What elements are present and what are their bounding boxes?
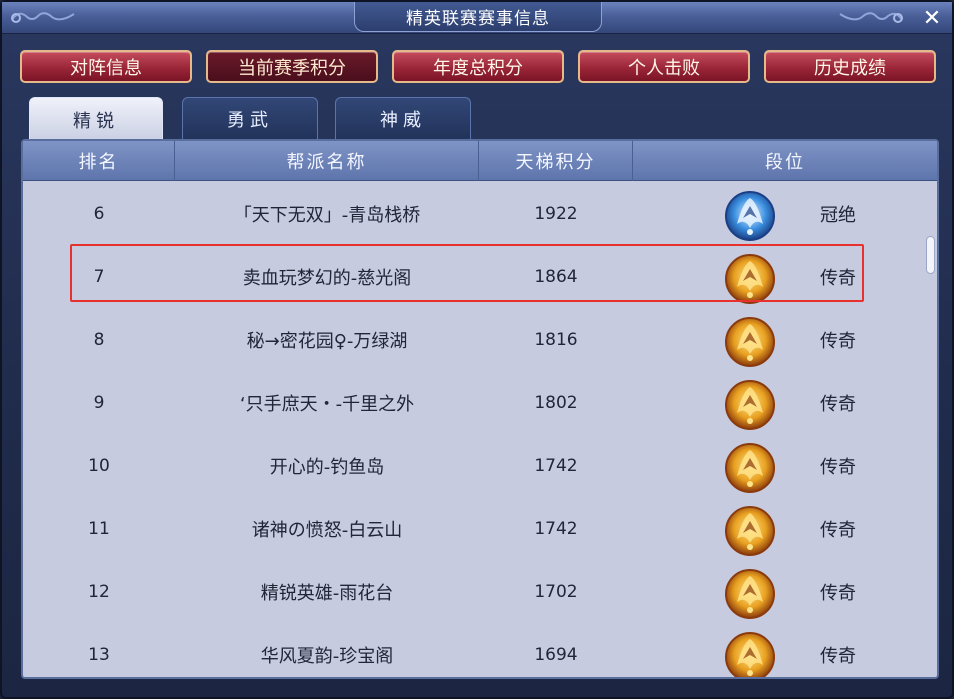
guild-name-cell: 卖血玩梦幻的-慈光阁 <box>242 267 412 289</box>
rank-cell: 12 <box>88 581 110 602</box>
rank-cell: 6 <box>93 203 105 224</box>
personal-defeats-button[interactable]: 个人击败 <box>578 50 750 83</box>
legend-crest-icon <box>725 380 775 430</box>
rank-cell: 10 <box>88 455 110 476</box>
champion-crest-icon <box>725 191 775 241</box>
table-row[interactable]: 10 开心的-钓鱼岛 1742 传奇 <box>23 434 923 497</box>
legend-crest-icon <box>725 569 775 619</box>
table-row[interactable]: 12 精锐英雄-雨花台 1702 传奇 <box>23 560 923 623</box>
table-row[interactable]: 9 ‘只手庶天・-千里之外 1802 传奇 <box>23 371 923 434</box>
guild-name-cell: 精锐英雄-雨花台 <box>260 582 394 604</box>
header-tier: 段位 <box>765 152 805 173</box>
guild-name-cell: 诸神の愤怒-白云山 <box>251 519 403 541</box>
guild-name-cell: 开心的-钓鱼岛 <box>269 456 385 478</box>
tab-divine[interactable]: 神威 <box>335 97 471 139</box>
guild-name-cell: ‘只手庶天・-千里之外 <box>239 393 415 415</box>
guild-name-cell: 秘→密花园♀-万绿湖 <box>246 330 408 352</box>
current-season-points-button[interactable]: 当前赛季积分 <box>206 50 378 83</box>
ornament-swirl-icon <box>11 12 75 23</box>
ladder-score-cell: 1864 <box>534 266 578 287</box>
rank-cell: 7 <box>93 266 105 287</box>
tier-label: 传奇 <box>820 456 856 478</box>
rank-cell: 8 <box>93 329 105 350</box>
ladder-score-cell: 1922 <box>534 203 578 224</box>
tier-label: 冠绝 <box>820 204 856 226</box>
tier-label: 传奇 <box>820 267 856 289</box>
matchup-info-button[interactable]: 对阵信息 <box>20 50 192 83</box>
tier-label: 传奇 <box>820 519 856 541</box>
legend-crest-icon <box>725 254 775 304</box>
table-row[interactable]: 13 华风夏韵-珍宝阁 1694 传奇 <box>23 623 923 677</box>
close-icon[interactable]: ✕ <box>920 8 944 30</box>
rank-cell: 11 <box>88 518 110 539</box>
table-row[interactable]: 8 秘→密花园♀-万绿湖 1816 传奇 <box>23 308 923 371</box>
rank-cell: 9 <box>93 392 105 413</box>
table-row[interactable]: 11 诸神の愤怒-白云山 1742 传奇 <box>23 497 923 560</box>
tab-brave[interactable]: 勇武 <box>182 97 318 139</box>
league-info-window: 精英联赛赛事信息 ✕ 对阵信息 当前赛季积分 年度总积分 个人击败 历史成绩 精… <box>0 0 954 699</box>
legend-crest-icon <box>725 506 775 556</box>
legend-crest-icon <box>725 632 775 677</box>
tab-elite[interactable]: 精锐 <box>29 97 163 141</box>
title-bar[interactable]: 精英联赛赛事信息 ✕ <box>2 2 952 34</box>
scrollbar[interactable] <box>924 182 937 674</box>
ornament-swirl-icon <box>839 12 903 23</box>
ladder-score-cell: 1802 <box>534 392 578 413</box>
header-ladder-score: 天梯积分 <box>479 141 633 181</box>
rank-cell: 13 <box>88 644 110 665</box>
ladder-score-cell: 1742 <box>534 518 578 539</box>
ladder-score-cell: 1742 <box>534 455 578 476</box>
legend-crest-icon <box>725 317 775 367</box>
window-title: 精英联赛赛事信息 <box>354 2 602 32</box>
tier-label: 传奇 <box>820 330 856 352</box>
tier-label: 传奇 <box>820 393 856 415</box>
table-header: 排名 帮派名称 天梯积分 段位 <box>23 141 937 181</box>
legend-crest-icon <box>725 443 775 493</box>
annual-total-points-button[interactable]: 年度总积分 <box>392 50 564 83</box>
table-row[interactable]: 7 卖血玩梦幻的-慈光阁 1864 传奇 <box>23 245 923 308</box>
scroll-thumb[interactable] <box>926 236 935 274</box>
guild-name-cell: 「天下无双」-青岛栈桥 <box>233 204 421 226</box>
tier-label: 传奇 <box>820 582 856 604</box>
ladder-score-cell: 1816 <box>534 329 578 350</box>
top-button-bar: 对阵信息 当前赛季积分 年度总积分 个人击败 历史成绩 <box>20 50 938 84</box>
header-rank: 排名 <box>23 141 175 181</box>
table-row[interactable]: 6 「天下无双」-青岛栈桥 1922 冠绝 <box>23 182 923 245</box>
guild-name-cell: 华风夏韵-珍宝阁 <box>260 645 394 667</box>
tier-label: 传奇 <box>820 645 856 667</box>
ranking-table: 排名 帮派名称 天梯积分 段位 6 「天下无双」-青岛栈桥 1922 冠绝 7 卖血玩梦幻… <box>21 139 939 679</box>
history-results-button[interactable]: 历史成绩 <box>764 50 936 83</box>
ladder-score-cell: 1694 <box>534 644 578 665</box>
header-guild-name: 帮派名称 <box>175 141 479 181</box>
ladder-score-cell: 1702 <box>534 581 578 602</box>
